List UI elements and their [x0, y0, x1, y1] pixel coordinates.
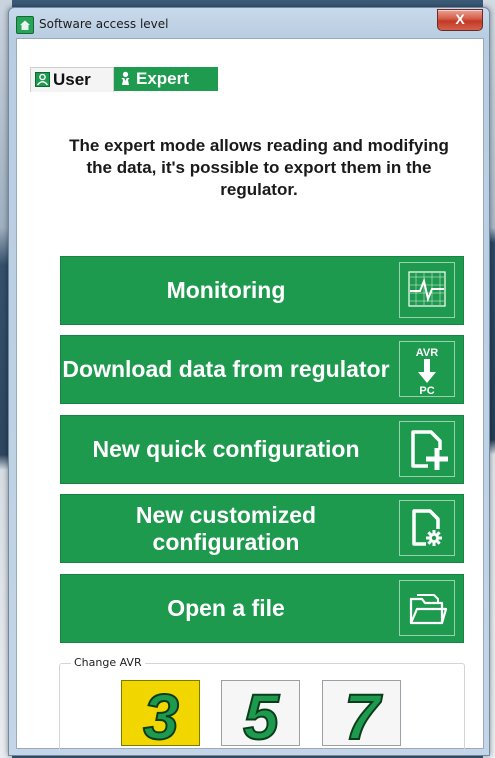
open-file-button-label: Open a file	[167, 595, 285, 621]
open-folder-icon	[399, 580, 455, 636]
close-button[interactable]: X	[437, 9, 483, 31]
new-customized-configuration-label: New customized configuration	[135, 501, 317, 555]
change-avr-legend: Change AVR	[71, 656, 145, 669]
monitoring-chart-icon	[399, 262, 455, 318]
monitoring-button[interactable]: Monitoring	[60, 256, 464, 325]
avr-5-button[interactable]: 5	[221, 680, 300, 746]
dialog-content: User Expert The expert mode allows readi…	[16, 38, 484, 755]
mode-description: The expert mode allows reading and modif…	[69, 136, 449, 199]
tab-expert[interactable]: Expert	[114, 67, 218, 91]
tab-user[interactable]: User	[30, 67, 114, 92]
new-document-plus-icon	[399, 421, 455, 477]
dialog-window: Software access level X User Expert The …	[8, 7, 490, 756]
monitoring-button-label: Monitoring	[166, 277, 286, 303]
window-title: Software access level	[39, 17, 169, 31]
avr-icon-text: AVR	[416, 347, 438, 359]
tab-expert-label: Expert	[136, 69, 189, 88]
avr-7-button[interactable]: 7	[322, 680, 401, 746]
title-bar[interactable]: Software access level X	[9, 8, 489, 38]
open-file-button[interactable]: Open a file	[60, 574, 464, 643]
app-icon	[16, 16, 34, 34]
expert-icon	[121, 71, 130, 85]
download-data-button-label: Download data from regulator	[62, 356, 390, 382]
avr-7-digit: 7	[344, 681, 383, 745]
tab-user-label: User	[53, 70, 91, 89]
new-quick-configuration-label: New quick configuration	[92, 436, 360, 462]
avr-3-digit: 3	[143, 681, 179, 745]
new-quick-configuration-button[interactable]: New quick configuration	[60, 415, 464, 484]
avr-to-pc-icon: AVR PC	[399, 341, 455, 397]
document-gear-icon	[399, 500, 455, 556]
close-icon: X	[455, 11, 465, 27]
download-data-button[interactable]: Download data from regulator AVR PC	[60, 335, 464, 404]
avr-5-digit: 5	[243, 681, 280, 745]
new-customized-configuration-button[interactable]: New customized configuration	[60, 494, 464, 563]
avr-3-button[interactable]: 3	[121, 680, 200, 746]
user-icon	[35, 72, 50, 87]
pc-icon-text: PC	[419, 385, 434, 396]
